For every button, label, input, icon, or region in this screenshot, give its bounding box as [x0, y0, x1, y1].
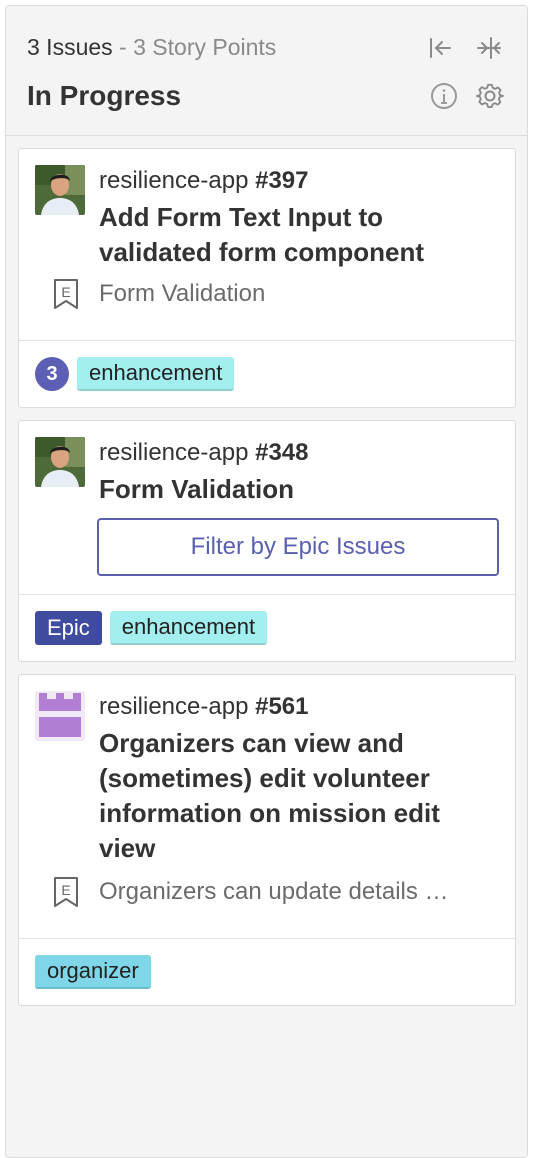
epic-badge: Epic: [35, 611, 102, 645]
svg-text:E: E: [61, 284, 70, 300]
assignee-avatar[interactable]: [35, 691, 85, 741]
pipeline-column: 3 Issues - 3 Story Points In Progress re…: [5, 5, 528, 1158]
issue-number: #561: [255, 693, 309, 720]
label-organizer[interactable]: organizer: [35, 955, 151, 989]
epic-link[interactable]: E Organizers can update details …: [51, 874, 491, 910]
story-points: 3 Story Points: [133, 34, 277, 60]
card-footer: 3 enhancement: [19, 340, 515, 407]
issue-card[interactable]: resilience-app #348 Form Validation Filt…: [18, 420, 516, 662]
issue-repo-line: resilience-app #397: [99, 167, 308, 195]
estimate-badge: 3: [35, 357, 69, 391]
info-icon[interactable]: [430, 82, 458, 110]
issue-repo-line: resilience-app #561: [99, 693, 308, 721]
label-enhancement[interactable]: enhancement: [109, 611, 268, 645]
repo-name: resilience-app: [99, 167, 249, 194]
issues-count: 3 Issues: [27, 34, 113, 60]
issue-number: #348: [255, 439, 309, 466]
card-footer: organizer: [19, 938, 515, 1005]
column-header: 3 Issues - 3 Story Points In Progress: [6, 6, 527, 136]
counts-separator: -: [119, 34, 127, 60]
issue-title[interactable]: Organizers can view and (sometimes) edit…: [99, 726, 499, 866]
epic-icon: E: [54, 877, 78, 907]
epic-name: Organizers can update details …: [99, 878, 449, 905]
column-title: In Progress: [27, 80, 182, 111]
epic-icon: E: [54, 279, 78, 309]
epic-name: Form Validation: [99, 280, 266, 307]
issue-title[interactable]: Add Form Text Input to validated form co…: [99, 200, 499, 270]
collapse-horizontal-icon[interactable]: [475, 34, 503, 62]
svg-text:E: E: [61, 882, 70, 898]
collapse-left-icon[interactable]: [426, 34, 454, 62]
gear-icon[interactable]: [476, 82, 504, 110]
repo-name: resilience-app: [99, 439, 249, 466]
epic-link[interactable]: E Form Validation: [51, 276, 491, 312]
filter-by-epic-button[interactable]: Filter by Epic Issues: [97, 518, 499, 576]
column-counts: 3 Issues - 3 Story Points: [27, 34, 276, 61]
label-enhancement[interactable]: enhancement: [77, 357, 235, 391]
assignee-avatar[interactable]: [35, 165, 85, 215]
issue-title[interactable]: Form Validation: [99, 472, 499, 507]
issue-card[interactable]: resilience-app #397 Add Form Text Input …: [18, 148, 516, 408]
card-footer: Epic enhancement: [19, 594, 515, 661]
issue-number: #397: [255, 167, 309, 194]
assignee-avatar[interactable]: [35, 437, 85, 487]
issue-card[interactable]: resilience-app #561 Organizers can view …: [18, 674, 516, 1006]
issue-repo-line: resilience-app #348: [99, 439, 308, 467]
repo-name: resilience-app: [99, 693, 249, 720]
